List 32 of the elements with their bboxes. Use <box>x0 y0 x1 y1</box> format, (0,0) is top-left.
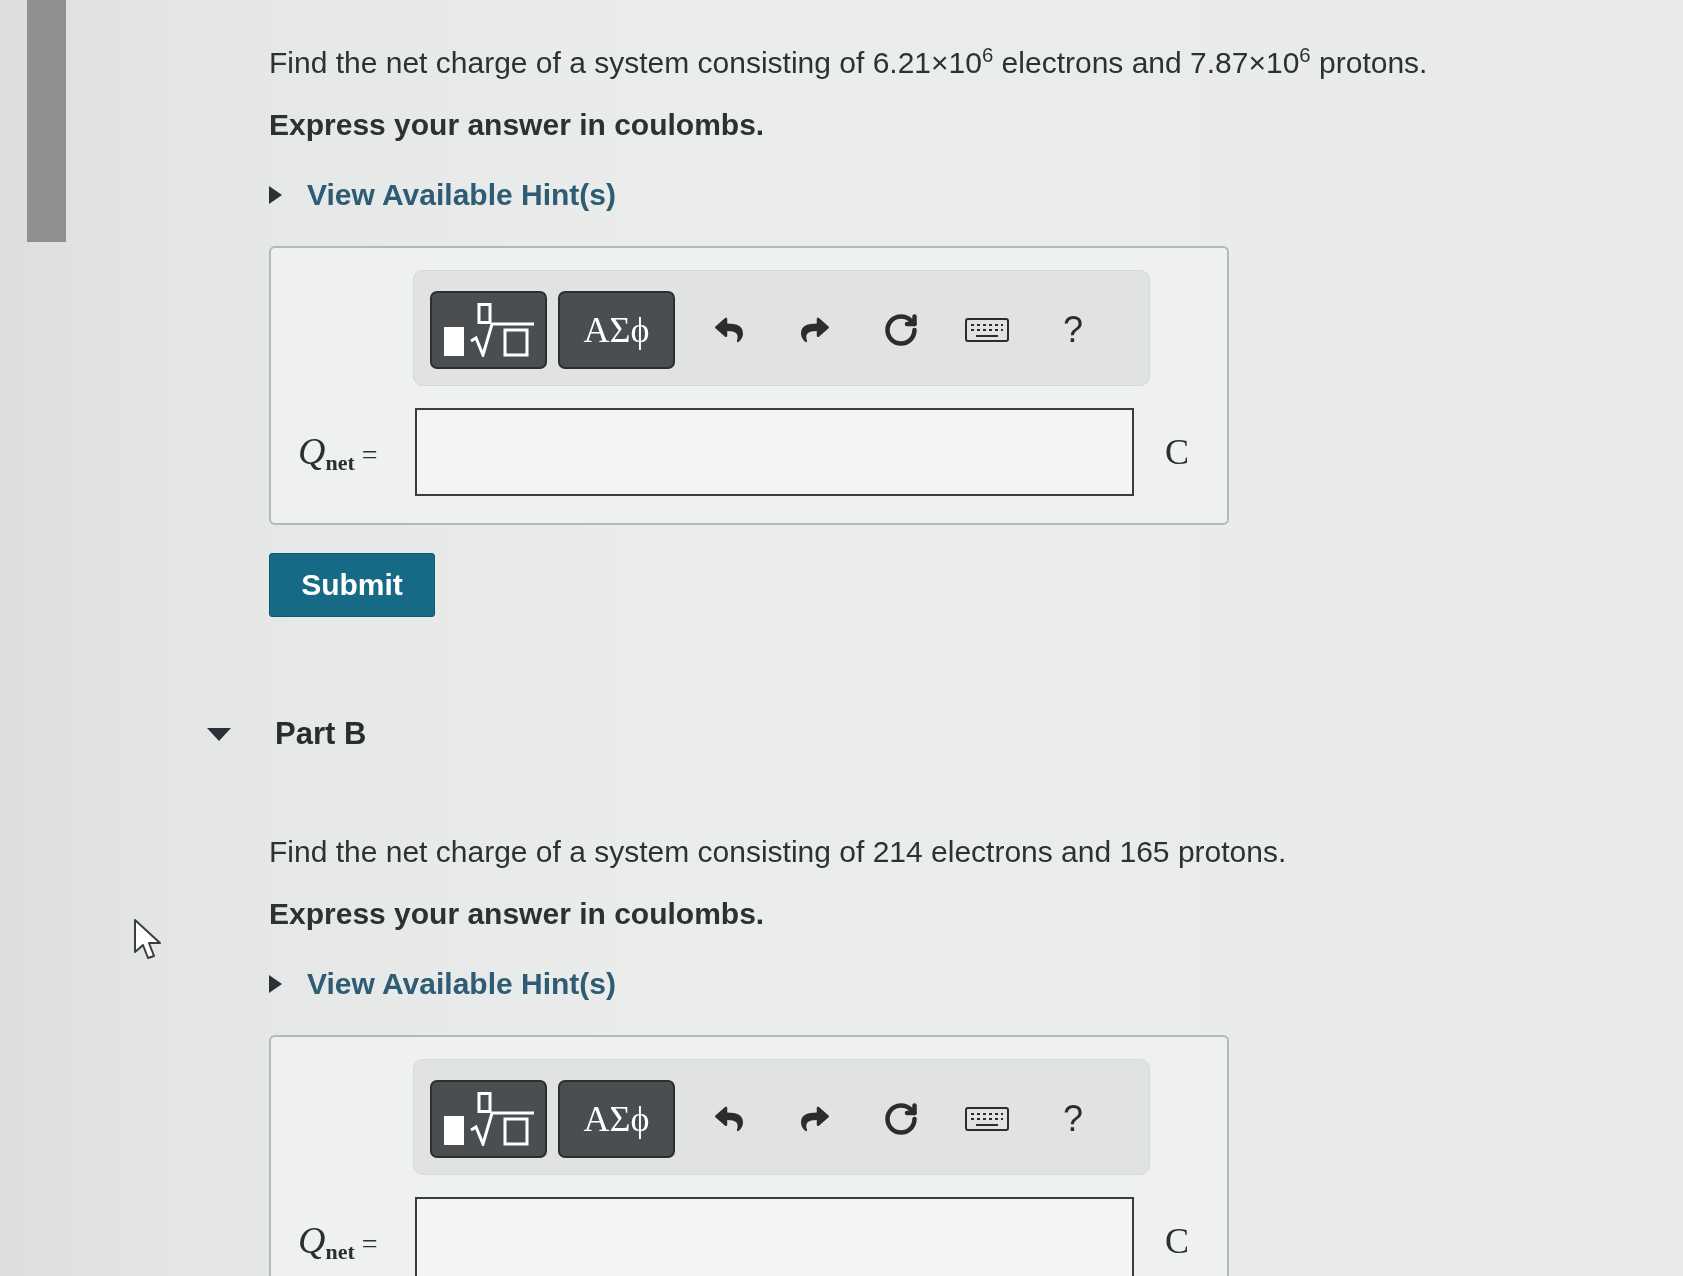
symbols-button[interactable]: ΑΣϕ <box>558 291 675 369</box>
undo-icon <box>713 1105 745 1133</box>
root-template-icon <box>443 1092 534 1146</box>
hints-link[interactable]: View Available Hint(s) <box>269 177 616 213</box>
answer-input[interactable] <box>415 408 1134 496</box>
mouse-pointer-icon <box>133 918 163 962</box>
scrollbar-thumb[interactable] <box>27 0 66 242</box>
answer-input[interactable] <box>415 1197 1134 1276</box>
submit-button[interactable]: Submit <box>269 553 435 617</box>
variable-label: Q$_{net}$ = <box>298 1217 379 1265</box>
question-text: Find the net charge of a system consisting of 6.21×10$^{6}$ electrons and 7.87×10$^{6}$ protons. <box>269 45 1429 81</box>
keyboard-icon <box>965 1107 1009 1131</box>
question-text: Find the net charge of a system consisting of 214 electrons and 165 protons. <box>269 834 1288 870</box>
templates-button[interactable] <box>430 1080 547 1158</box>
templates-button[interactable] <box>430 291 547 369</box>
help-button[interactable]: ? <box>1030 1080 1116 1158</box>
root-template-icon <box>443 303 534 357</box>
instruction-text: Express your answer in coulombs. <box>269 896 766 932</box>
hints-link[interactable]: View Available Hint(s) <box>269 966 616 1002</box>
variable-label: Q$_{net}$ = <box>298 428 379 476</box>
help-button[interactable]: ? <box>1030 291 1116 369</box>
instruction-text: Express your answer in coulombs. <box>269 107 766 143</box>
reset-icon <box>883 1101 919 1137</box>
redo-icon <box>799 316 831 344</box>
unit-label: C <box>1165 431 1189 473</box>
keyboard-icon <box>965 318 1009 342</box>
part-header[interactable]: Part B <box>207 716 367 752</box>
undo-icon <box>713 316 745 344</box>
unit-label: C <box>1165 1220 1189 1262</box>
redo-icon <box>799 1105 831 1133</box>
symbols-button[interactable]: ΑΣϕ <box>558 1080 675 1158</box>
reset-icon <box>883 312 919 348</box>
